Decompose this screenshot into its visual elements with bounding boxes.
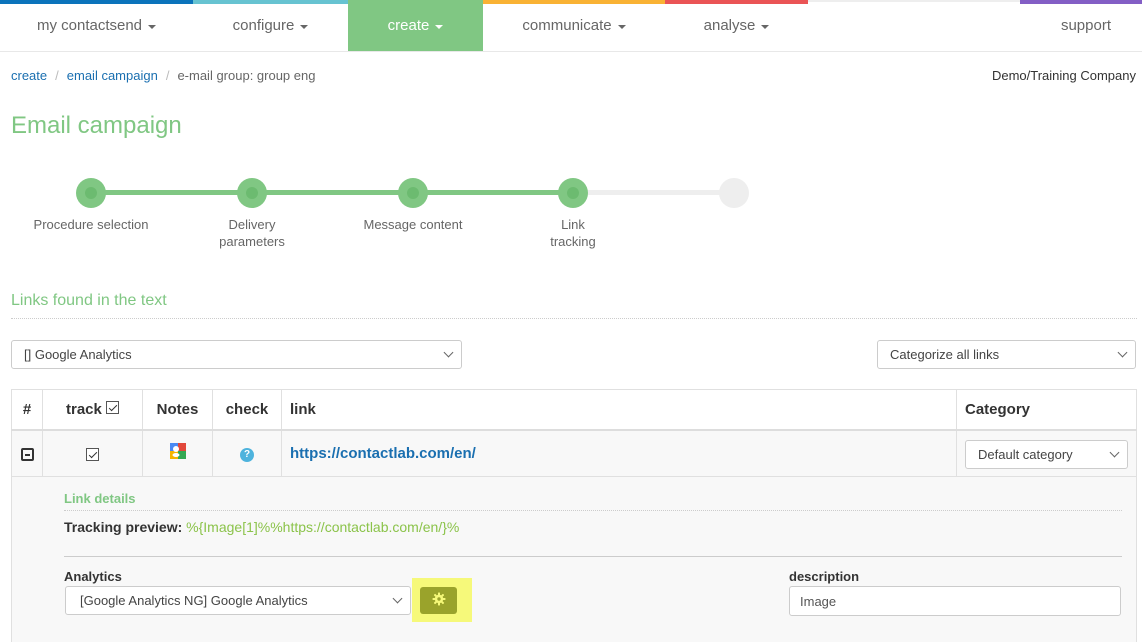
google-icon[interactable] [169, 443, 186, 460]
nav-color-bar-empty [808, 0, 1020, 2]
chevron-down-icon [1109, 447, 1120, 457]
row-toggle-cell[interactable] [11, 429, 43, 477]
breadcrumb: create / email campaign / e-mail group: … [11, 68, 315, 83]
row-track-cell[interactable] [42, 429, 143, 477]
breadcrumb-separator: / [55, 68, 59, 83]
caret-down-icon [617, 24, 626, 29]
step-dot-link-tracking[interactable] [558, 178, 588, 208]
step-label-line: Delivery [228, 217, 276, 232]
table-header-row: # track Notes check link Category [11, 389, 1137, 431]
input-value: Image [800, 593, 837, 609]
nav-label: my contactsend [36, 17, 143, 34]
nav-label: configure [232, 17, 295, 34]
step-label-line: Link [561, 217, 585, 232]
nav-item-create[interactable]: create [348, 0, 483, 51]
caret-down-icon [435, 24, 444, 29]
category-select[interactable]: Default category [965, 439, 1128, 469]
step-connector-done [91, 190, 573, 195]
nav-item-my-contactsend[interactable]: my contactsend [0, 0, 193, 51]
table-row: ? https://contactlab.com/en/ Default cat… [11, 429, 1137, 477]
wizard-stepper: Procedure selection Delivery parameters … [0, 176, 800, 266]
step-label-line: tracking [550, 234, 596, 249]
nav-label: analyse [703, 17, 756, 34]
question-icon[interactable]: ? [240, 447, 254, 462]
breadcrumb-create[interactable]: create [11, 68, 47, 83]
nav-label: create [387, 17, 430, 34]
select-value: Default category [978, 446, 1073, 462]
description-input[interactable]: Image [789, 586, 1121, 616]
page-title: Email campaign [11, 112, 182, 139]
nav-item-analyse[interactable]: analyse [665, 0, 808, 51]
step-dot-delivery-parameters[interactable] [237, 178, 267, 208]
section-divider [11, 318, 1137, 319]
link-details-divider [64, 510, 1122, 511]
nav-label: communicate [522, 17, 612, 34]
row-category-cell: Default category [956, 429, 1137, 477]
caret-down-icon [761, 24, 770, 29]
top-nav: my contactsend configure create communic… [0, 0, 1142, 52]
nav-item-support[interactable]: support [1020, 0, 1142, 51]
nav-item-communicate[interactable]: communicate [483, 0, 665, 51]
link-details-separator [64, 556, 1122, 557]
row-link-cell: https://contactlab.com/en/ [281, 429, 957, 477]
gear-icon [432, 592, 446, 609]
analytics-settings-button[interactable] [420, 587, 457, 614]
section-title-links: Links found in the text [11, 292, 167, 309]
row-check-cell: ? [212, 429, 282, 477]
nav-item-configure[interactable]: configure [193, 0, 348, 51]
select-value: [Google Analytics NG] Google Analytics [80, 593, 308, 608]
chevron-down-icon [1117, 347, 1128, 358]
step-dot-final [719, 178, 749, 208]
step-dot-procedure-selection[interactable] [76, 178, 106, 208]
step-label-line: Procedure selection [33, 217, 149, 232]
header-link: link [281, 389, 957, 431]
step-label-link-tracking: Link tracking [508, 216, 638, 250]
header-track-label: track [65, 400, 102, 418]
link-url[interactable]: https://contactlab.com/en/ [290, 445, 476, 462]
breadcrumb-separator: / [165, 68, 170, 83]
analytics-label: Analytics [64, 569, 122, 584]
categorize-all-links-select[interactable]: Categorize all links [877, 340, 1136, 369]
chevron-down-icon [392, 593, 403, 604]
chevron-down-icon [443, 347, 454, 358]
select-value: [] Google Analytics [24, 347, 132, 362]
analytics-filter-select[interactable]: [] Google Analytics [11, 340, 462, 369]
step-dot-message-content[interactable] [398, 178, 428, 208]
tracking-preview-value: %{Image[1]%%https://contactlab.com/en/}% [186, 519, 460, 535]
header-category: Category [956, 389, 1137, 431]
step-label-message-content: Message content [348, 216, 478, 233]
collapse-row-icon[interactable] [20, 447, 34, 461]
breadcrumb-email-campaign[interactable]: email campaign [67, 68, 158, 83]
nav-label: support [1060, 17, 1112, 34]
link-details-panel: Link details Tracking preview: %{Image[1… [11, 477, 1137, 642]
step-connector-todo [573, 190, 733, 195]
breadcrumb-current: e-mail group: group eng [177, 68, 316, 83]
description-label: description [789, 569, 860, 584]
header-check: check [212, 389, 282, 431]
company-name: Demo/Training Company [991, 68, 1136, 83]
tracking-preview-label: Tracking preview: [64, 519, 183, 535]
header-track[interactable]: track [42, 389, 143, 431]
tracking-preview: Tracking preview: %{Image[1]%%https://co… [64, 519, 459, 535]
select-value: Categorize all links [890, 347, 1000, 362]
link-details-title: Link details [64, 491, 136, 506]
header-num: # [11, 389, 43, 431]
links-table: # track Notes check link Category ? http… [11, 389, 1137, 477]
caret-down-icon [300, 24, 309, 29]
step-label-delivery-parameters: Delivery parameters [187, 216, 317, 250]
step-label-procedure-selection: Procedure selection [26, 216, 156, 233]
header-notes: Notes [142, 389, 213, 431]
caret-down-icon [148, 24, 157, 29]
track-all-checkbox[interactable] [106, 401, 120, 415]
row-notes-cell [142, 429, 213, 477]
step-label-line: Message content [363, 217, 463, 232]
step-label-line: parameters [219, 234, 285, 249]
analytics-select[interactable]: [Google Analytics NG] Google Analytics [65, 586, 411, 615]
track-checkbox[interactable] [86, 447, 99, 461]
